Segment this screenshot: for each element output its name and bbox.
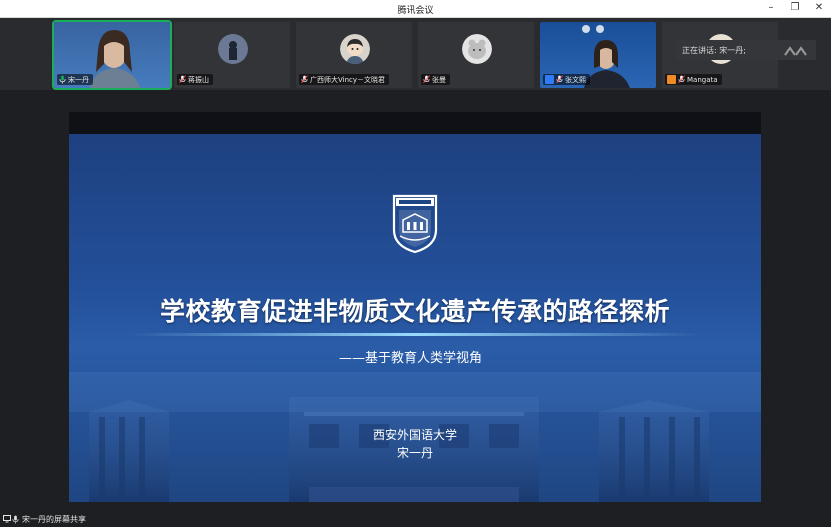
avatar	[218, 34, 248, 64]
participant-tile[interactable]: 蒋振山	[174, 22, 290, 88]
collapse-strip-icon[interactable]	[783, 44, 809, 58]
title-bar: 腾讯会议 – ❐ ✕	[0, 0, 831, 18]
participant-name: 张曼	[432, 75, 446, 84]
microphone-muted-icon	[301, 75, 308, 84]
microphone-muted-icon	[423, 75, 430, 84]
participant-strip: 宋一丹 蒋振山 广西师大Vincy－文晓君 张曼 张文熙 Mangata 正在讲…	[0, 18, 831, 90]
slide-subtitle: ——基于教育人类学视角	[339, 351, 483, 366]
participant-name: 广西师大Vincy－文晓君	[310, 75, 386, 84]
microphone-icon	[12, 515, 19, 524]
host-badge-icon	[545, 75, 554, 84]
host-badge-icon	[667, 75, 676, 84]
speaking-label: 正在讲话: 宋一丹;	[682, 46, 746, 55]
participant-nameplate: 宋一丹	[57, 74, 93, 85]
restore-button[interactable]: ❐	[789, 2, 801, 14]
participant-name: 蒋振山	[188, 75, 209, 84]
participant-name: Mangata	[687, 75, 718, 84]
slide-divider	[129, 333, 701, 336]
screen-share-area: 学校教育促进非物质文化遗产传承的路径探析 ——基于教育人类学视角 西安外国语大学…	[0, 90, 831, 527]
slide-title: 学校教育促进非物质文化遗产传承的路径探析	[159, 297, 670, 326]
participant-tile[interactable]: 宋一丹	[52, 20, 172, 90]
microphone-muted-icon	[556, 75, 563, 84]
close-button[interactable]: ✕	[813, 2, 825, 14]
participant-nameplate: 蒋振山	[177, 74, 213, 85]
microphone-icon	[59, 75, 66, 84]
participant-nameplate: 张曼	[421, 74, 450, 85]
microphone-muted-icon	[678, 75, 685, 84]
slide-author: 宋一丹	[396, 446, 433, 460]
slide-school: 西安外国语大学	[372, 428, 457, 442]
participant-nameplate: 张文熙	[543, 74, 590, 85]
window-controls: – ❐ ✕	[765, 2, 825, 14]
participant-tile[interactable]: 张曼	[418, 22, 534, 88]
minimize-button[interactable]: –	[765, 2, 777, 14]
participant-name: 宋一丹	[68, 75, 89, 84]
avatar	[462, 34, 492, 64]
screen-share-icon	[3, 515, 11, 523]
screen-share-label: 宋一丹的屏幕共享	[22, 515, 86, 524]
microphone-muted-icon	[179, 75, 186, 84]
avatar	[340, 34, 370, 64]
participant-tile[interactable]: 张文熙	[540, 22, 656, 88]
window-title: 腾讯会议	[397, 6, 434, 16]
status-bar: 宋一丹的屏幕共享	[0, 512, 831, 527]
presentation-slide: 学校教育促进非物质文化遗产传承的路径探析 ——基于教育人类学视角 西安外国语大学…	[69, 112, 761, 502]
participant-tile[interactable]: 广西师大Vincy－文晓君	[296, 22, 412, 88]
participant-nameplate: Mangata	[665, 74, 722, 85]
university-emblem-icon	[392, 194, 438, 254]
meeting-window: 腾讯会议 – ❐ ✕ 宋一丹 蒋振山 广西师大Vincy－文晓君 张曼 张文熙 …	[0, 0, 831, 527]
participant-nameplate: 广西师大Vincy－文晓君	[299, 74, 390, 85]
participant-name: 张文熙	[565, 75, 586, 84]
